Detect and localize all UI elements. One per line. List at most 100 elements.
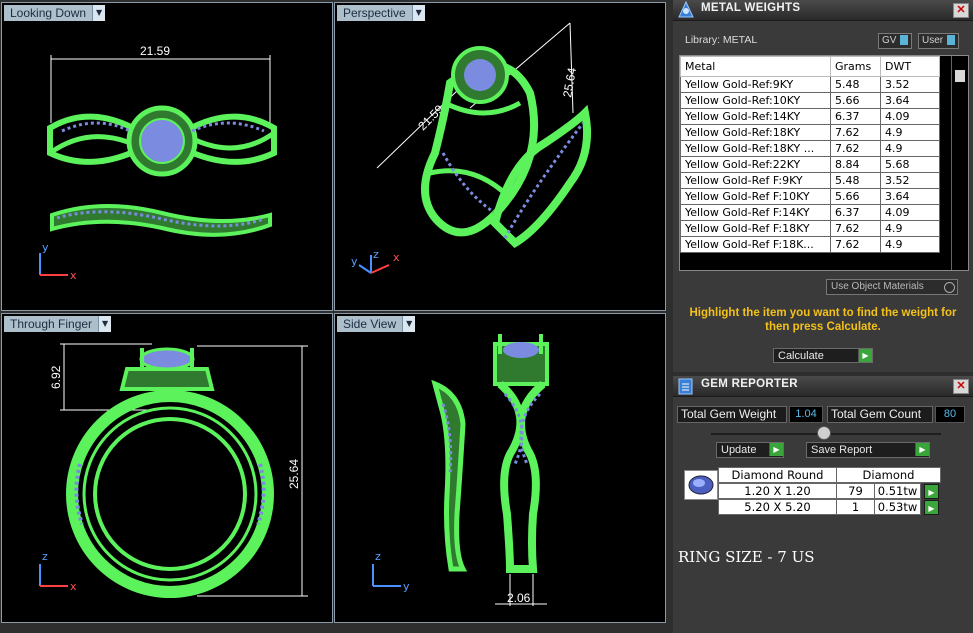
axis-label: x — [70, 580, 77, 593]
splitter-handle[interactable] — [817, 426, 831, 440]
dimension-label: 25.64 — [560, 66, 579, 98]
cell-dwt: 4.9 — [880, 140, 940, 157]
close-icon[interactable]: ✕ — [953, 3, 969, 18]
ring-size-note: RING SIZE - 7 US — [678, 548, 815, 566]
cell-dwt: 4.09 — [880, 204, 940, 221]
scale-icon — [678, 0, 694, 18]
update-label: Update — [721, 444, 757, 456]
user-toggle[interactable]: User — [918, 33, 960, 49]
viewport-label-through-finger[interactable]: Through Finger ▼ — [4, 316, 112, 332]
column-header: Diamond — [836, 467, 941, 483]
gem-reporter-panel: GEM REPORTER ✕ Total Gem Weight 1.04 Tot… — [673, 376, 973, 633]
table-scrollbar[interactable] — [951, 56, 968, 270]
dimension-label: 6.92 — [49, 365, 63, 389]
cell-dwt: 3.52 — [880, 76, 940, 93]
table-row[interactable]: Yellow Gold-Ref F:9KY 5.48 3.52 — [680, 172, 940, 189]
update-button[interactable]: Update ▶ — [716, 442, 784, 458]
viewport-perspective[interactable]: Perspective ▼ 21.59 25.64 y z x — [334, 2, 666, 311]
cell-metal: Yellow Gold-Ref:18KY — [680, 124, 831, 141]
metal-weights-panel: METAL WEIGHTS ✕ Library: METAL GV User M… — [673, 0, 973, 372]
close-icon[interactable]: ✕ — [953, 379, 969, 394]
cell-metal: Yellow Gold-Ref:22KY — [680, 156, 831, 173]
library-label: Library: METAL — [685, 34, 758, 46]
table-row[interactable]: Yellow Gold-Ref:14KY 6.37 4.09 — [680, 108, 940, 125]
cell-metal: Yellow Gold-Ref F:9KY — [680, 172, 831, 189]
viewport-label-side-view[interactable]: Side View ▼ — [337, 316, 416, 332]
column-header-metal[interactable]: Metal — [680, 56, 831, 77]
diamond-round-icon — [684, 470, 718, 500]
table-row[interactable]: Yellow Gold-Ref:10KY 5.66 3.64 — [680, 92, 940, 109]
table-row[interactable]: Yellow Gold-Ref F:18KY 7.62 4.9 — [680, 220, 940, 237]
cell-dwt: 3.64 — [880, 188, 940, 205]
chevron-down-icon[interactable]: ▼ — [411, 5, 425, 21]
total-gem-weight-label: Total Gem Weight — [677, 406, 787, 423]
cell-metal: Yellow Gold-Ref F:18KY — [680, 220, 831, 237]
cell-dwt: 4.9 — [880, 220, 940, 237]
chevron-down-icon[interactable]: ▼ — [98, 316, 112, 332]
report-icon — [678, 378, 693, 395]
cell-grams: 5.48 — [830, 76, 881, 93]
save-report-button[interactable]: Save Report ▶ — [806, 442, 930, 458]
gem-size-cell: 5.20 X 5.20 — [718, 499, 837, 515]
chevron-down-icon[interactable]: ▼ — [402, 316, 416, 332]
cell-metal: Yellow Gold-Ref F:18K... — [680, 236, 831, 253]
play-icon: ▶ — [769, 443, 783, 456]
metal-table[interactable]: Metal Grams DWT Yellow Gold-Ref:9KY 5.48 3… — [679, 55, 969, 271]
table-row[interactable]: Yellow Gold-Ref:18KY ... 7.62 4.9 — [680, 140, 940, 157]
ring-top-view: 21.59 y x — [39, 44, 277, 282]
viewport-label-looking-down[interactable]: Looking Down ▼ — [4, 5, 106, 21]
cell-dwt: 4.9 — [880, 124, 940, 141]
viewport-through-finger[interactable]: Through Finger ▼ 6.92 25.64 z x — [1, 313, 333, 623]
total-gem-weight-value: 1.04 — [789, 406, 823, 423]
table-row[interactable]: Yellow Gold-Ref F:18K... 7.62 4.9 — [680, 236, 940, 253]
cell-grams: 5.66 — [830, 92, 881, 109]
cell-grams: 6.37 — [830, 204, 881, 221]
column-header-dwt[interactable]: DWT — [880, 56, 940, 77]
axis-label: z — [375, 550, 381, 563]
viewport-title: Looking Down — [4, 5, 93, 21]
gem-weight-cell: 0.51tw — [874, 483, 921, 499]
gv-toggle[interactable]: GV — [878, 33, 913, 49]
calculate-button[interactable]: Calculate ▶ — [773, 348, 873, 363]
ring-side-view: 2.06 z y — [372, 334, 549, 606]
row-action-play-icon[interactable]: ▶ — [924, 484, 939, 499]
panel-title: GEM REPORTER — [701, 378, 798, 390]
use-object-materials-toggle[interactable]: Use Object Materials — [826, 279, 958, 295]
cell-metal: Yellow Gold-Ref F:14KY — [680, 204, 831, 221]
total-gem-count-label: Total Gem Count — [827, 406, 933, 423]
cell-metal: Yellow Gold-Ref:10KY — [680, 92, 831, 109]
cell-dwt: 3.52 — [880, 172, 940, 189]
toggle-indicator-icon — [900, 35, 909, 46]
column-header-grams[interactable]: Grams — [830, 56, 881, 77]
dimension-label: 25.64 — [287, 459, 301, 489]
cell-dwt: 4.9 — [880, 236, 940, 253]
row-action-play-icon[interactable]: ▶ — [924, 500, 939, 515]
table-row[interactable]: Yellow Gold-Ref:22KY 8.84 5.68 — [680, 156, 940, 173]
cell-metal: Yellow Gold-Ref:9KY — [680, 76, 831, 93]
panel-header: METAL WEIGHTS — [673, 0, 973, 21]
axis-label: y — [42, 241, 49, 254]
viewport-title: Side View — [337, 316, 403, 332]
viewport-looking-down[interactable]: Looking Down ▼ 21.59 y x — [1, 2, 333, 311]
use-object-materials-label: Use Object Materials — [831, 281, 924, 292]
total-gem-count-value: 80 — [935, 406, 965, 423]
chevron-down-icon[interactable]: ▼ — [92, 5, 106, 21]
scrollbar-thumb[interactable] — [955, 70, 965, 82]
cell-grams: 7.62 — [830, 140, 881, 157]
panel-title: METAL WEIGHTS — [701, 2, 801, 14]
table-row[interactable]: Yellow Gold-Ref:18KY 7.62 4.9 — [680, 124, 940, 141]
table-row[interactable]: Yellow Gold-Ref F:14KY 6.37 4.09 — [680, 204, 940, 221]
cell-dwt: 5.68 — [880, 156, 940, 173]
cell-grams: 6.37 — [830, 108, 881, 125]
table-row[interactable]: Yellow Gold-Ref F:10KY 5.66 3.64 — [680, 188, 940, 205]
cell-metal: Yellow Gold-Ref:18KY ... — [680, 140, 831, 157]
user-label: User — [922, 35, 944, 46]
gem-count-cell: 1 — [836, 499, 875, 515]
toggle-indicator-icon — [947, 35, 956, 46]
viewport-label-perspective[interactable]: Perspective ▼ — [337, 5, 425, 21]
play-icon: ▶ — [915, 443, 929, 456]
viewport-side-view[interactable]: Side View ▼ 2.06 z y — [334, 313, 666, 623]
cell-grams: 5.66 — [830, 188, 881, 205]
cell-grams: 7.62 — [830, 220, 881, 237]
table-row[interactable]: Yellow Gold-Ref:9KY 5.48 3.52 — [680, 76, 940, 93]
